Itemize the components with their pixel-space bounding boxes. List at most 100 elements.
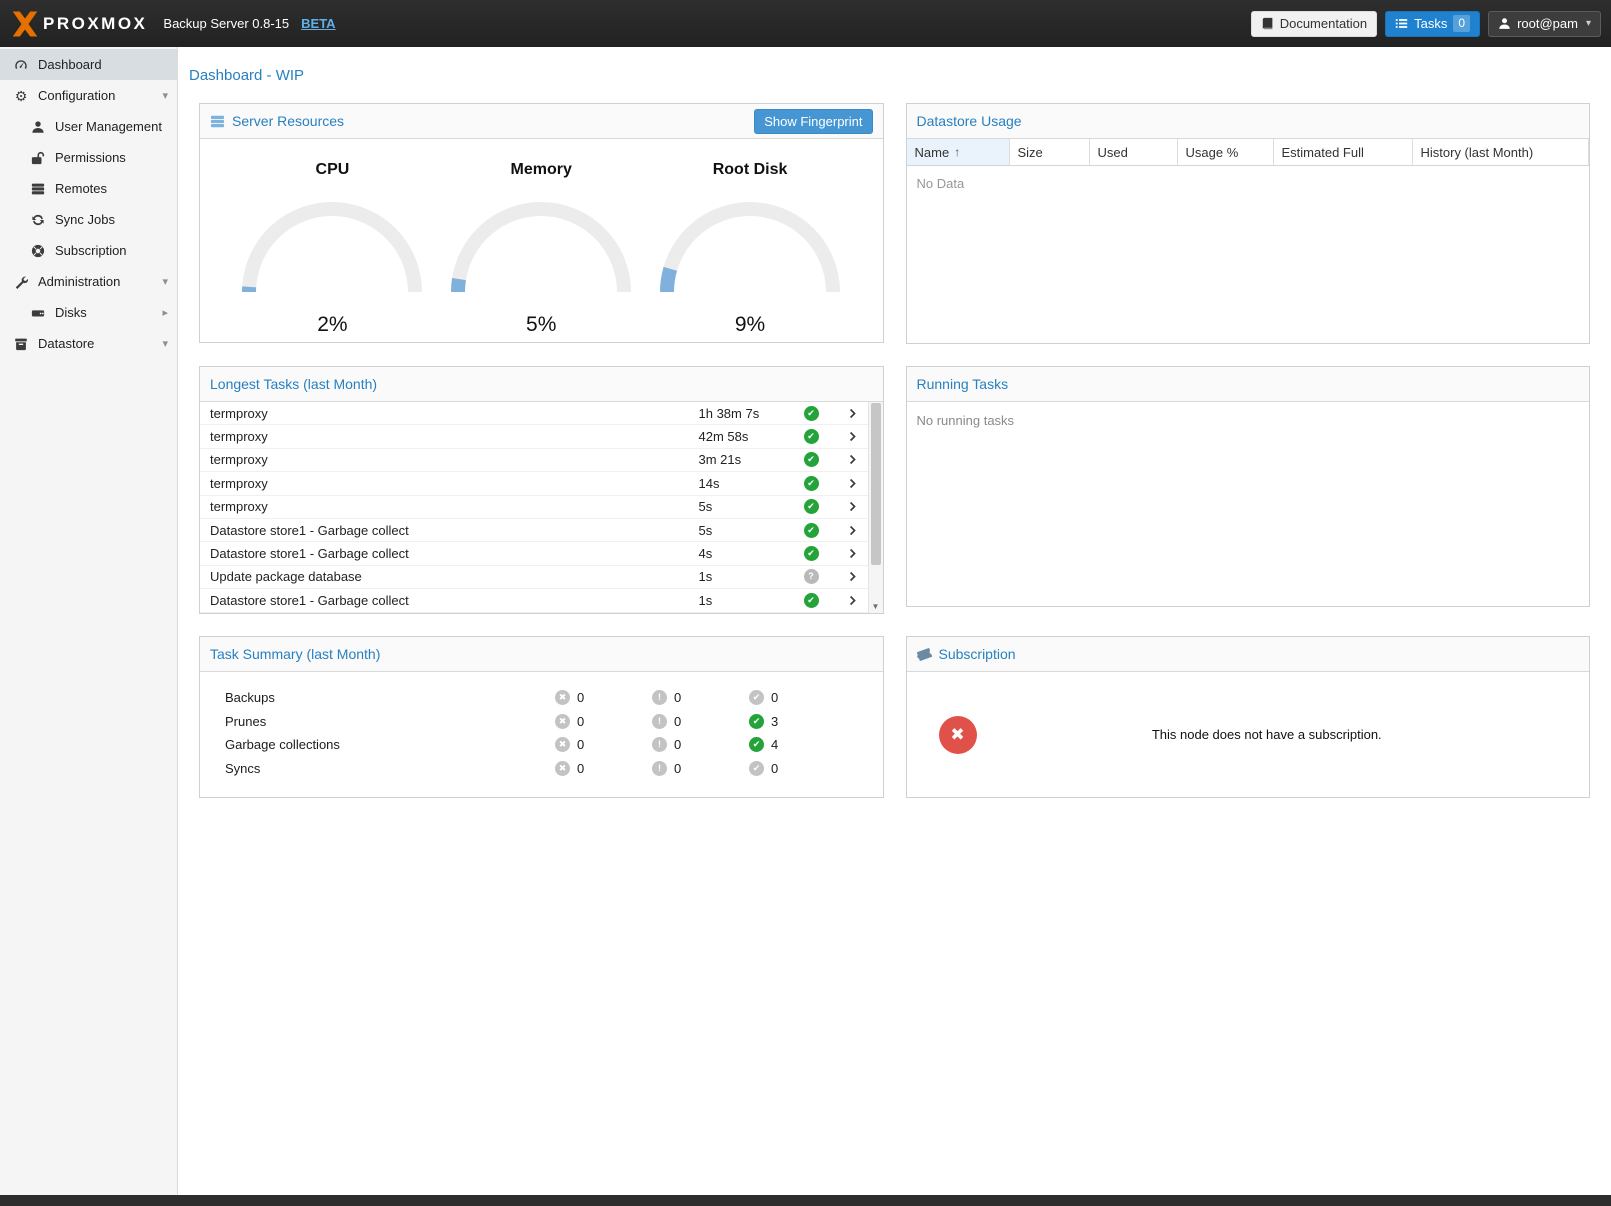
tasks-button[interactable]: Tasks 0 — [1385, 11, 1480, 37]
sidebar-item-remotes[interactable]: Remotes — [0, 173, 177, 204]
sidebar-item-label: Remotes — [55, 181, 107, 196]
subscription-panel: Subscription ✖ This node does not have a… — [906, 636, 1591, 798]
error-count: 0 — [577, 737, 584, 752]
summary-row: Garbage collections✖0!0✔4 — [200, 733, 883, 757]
exclamation-circle-icon: ! — [652, 714, 667, 729]
show-fingerprint-button[interactable]: Show Fingerprint — [754, 109, 872, 134]
column-header-size[interactable]: Size — [1010, 139, 1090, 165]
task-row[interactable]: Datastore store1 - Garbage collect4s✔ — [200, 542, 868, 565]
check-circle-icon: ✔ — [804, 523, 819, 538]
scroll-down-arrow-icon[interactable]: ▼ — [869, 602, 883, 611]
tasks-count-badge: 0 — [1453, 15, 1470, 32]
check-circle-icon: ✔ — [804, 593, 819, 608]
caret-down-icon[interactable]: ▾ — [162, 89, 168, 102]
task-row[interactable]: termproxy14s✔ — [200, 472, 868, 495]
chevron-right-icon[interactable] — [838, 501, 868, 512]
subscription-body: ✖ This node does not have a subscription… — [907, 672, 1590, 797]
task-duration: 5s — [699, 523, 804, 538]
sidebar-item-configuration[interactable]: ⚙Configuration▾ — [0, 80, 177, 111]
refresh-icon — [29, 213, 47, 227]
chevron-right-icon[interactable] — [838, 548, 868, 559]
task-row[interactable]: termproxy42m 58s✔ — [200, 425, 868, 448]
documentation-button[interactable]: Documentation — [1251, 11, 1377, 37]
task-row[interactable]: Datastore store1 - Garbage collect1s✔ — [200, 589, 868, 612]
unlock-icon — [29, 151, 47, 165]
gauge-arc — [237, 197, 427, 300]
column-header-estimated-full[interactable]: Estimated Full — [1274, 139, 1413, 165]
proxmox-logo-icon — [10, 9, 40, 39]
sidebar: Dashboard⚙Configuration▾ User Management P… — [0, 47, 178, 1195]
footer-bar — [0, 1195, 1611, 1206]
chevron-right-icon[interactable] — [838, 431, 868, 442]
chevron-right-icon[interactable] — [838, 571, 868, 582]
column-header-history-last-month-[interactable]: History (last Month) — [1413, 139, 1590, 165]
longest-tasks-title: Longest Tasks (last Month) — [210, 376, 377, 392]
summary-label: Prunes — [225, 714, 555, 729]
beta-link[interactable]: BETA — [301, 16, 335, 31]
no-running-tasks-text: No running tasks — [917, 413, 1015, 428]
gauge-arc — [446, 197, 636, 300]
caret-down-icon[interactable]: ▾ — [162, 275, 168, 288]
gauge-value: 9% — [655, 313, 845, 337]
gauge-label: CPU — [237, 161, 427, 179]
summary-row: Backups✖0!0✔0 — [200, 686, 883, 710]
datastore-usage-header: Datastore Usage — [907, 104, 1590, 139]
check-circle-icon: ✔ — [749, 761, 764, 776]
column-header-used[interactable]: Used — [1090, 139, 1178, 165]
sidebar-item-sync-jobs[interactable]: Sync Jobs — [0, 204, 177, 235]
task-summary-body: Backups✖0!0✔0Prunes✖0!0✔3Garbage collect… — [200, 672, 883, 797]
summary-row: Prunes✖0!0✔3 — [200, 710, 883, 734]
chevron-right-icon[interactable] — [838, 454, 868, 465]
warning-count: 0 — [674, 737, 681, 752]
datastore-usage-title: Datastore Usage — [917, 113, 1022, 129]
sidebar-item-user-management[interactable]: User Management — [0, 111, 177, 142]
ok-stat: ✔0 — [749, 761, 883, 776]
datastore-usage-panel: Datastore Usage Name↑SizeUsedUsage % Esti… — [906, 103, 1591, 344]
chevron-right-icon[interactable] — [838, 478, 868, 489]
column-label: Estimated Full — [1282, 145, 1364, 160]
column-label: Name — [915, 145, 950, 160]
task-row[interactable]: termproxy3m 21s✔ — [200, 449, 868, 472]
sidebar-item-label: User Management — [55, 119, 162, 134]
task-row[interactable]: Update package database1s? — [200, 566, 868, 589]
documentation-label: Documentation — [1280, 16, 1367, 31]
task-row[interactable]: termproxy5s✔ — [200, 496, 868, 519]
chevron-right-icon[interactable] — [838, 595, 868, 606]
sidebar-item-disks[interactable]: Disks▸ — [0, 297, 177, 328]
task-duration: 42m 58s — [699, 429, 804, 444]
task-status-cell: ✔ — [804, 593, 838, 608]
chevron-right-icon[interactable]: ▸ — [162, 306, 168, 319]
column-header-usage-[interactable]: Usage % — [1178, 139, 1274, 165]
user-icon — [1498, 17, 1511, 30]
wrench-icon — [12, 275, 30, 289]
server-icon — [210, 114, 225, 129]
task-row[interactable]: Datastore store1 - Garbage collect5s✔ — [200, 519, 868, 542]
gauges-container: CPU2%Memory5%Root Disk9% — [200, 139, 883, 342]
chevron-down-icon: ▾ — [1586, 18, 1591, 29]
task-row[interactable]: termproxy1h 38m 7s✔ — [200, 402, 868, 425]
chevron-right-icon[interactable] — [838, 408, 868, 419]
user-menu-button[interactable]: root@pam ▾ — [1488, 11, 1601, 37]
check-circle-icon: ✔ — [804, 452, 819, 467]
sidebar-item-label: Permissions — [55, 150, 126, 165]
brand-text: PROXMOX — [43, 14, 147, 34]
proxmox-logo[interactable]: PROXMOX — [10, 9, 147, 39]
scrollbar-thumb[interactable] — [871, 403, 881, 565]
sidebar-item-dashboard[interactable]: Dashboard — [0, 49, 177, 80]
sidebar-item-permissions[interactable]: Permissions — [0, 142, 177, 173]
sidebar-item-datastore[interactable]: Datastore▾ — [0, 328, 177, 359]
task-name: termproxy — [210, 452, 699, 467]
sidebar-item-administration[interactable]: Administration▾ — [0, 266, 177, 297]
caret-down-icon[interactable]: ▾ — [162, 337, 168, 350]
ok-count: 0 — [771, 761, 778, 776]
chevron-right-icon[interactable] — [838, 525, 868, 536]
task-status-cell: ✔ — [804, 499, 838, 514]
exclamation-circle-icon: ! — [652, 690, 667, 705]
sidebar-item-subscription[interactable]: Subscription — [0, 235, 177, 266]
column-header-name[interactable]: Name↑ — [907, 139, 1010, 165]
task-name: Datastore store1 - Garbage collect — [210, 523, 699, 538]
gauge-cpu: CPU2% — [237, 161, 427, 342]
times-circle-icon: ✖ — [939, 716, 977, 754]
scrollbar[interactable]: ▼ — [868, 402, 883, 613]
task-duration: 5s — [699, 499, 804, 514]
